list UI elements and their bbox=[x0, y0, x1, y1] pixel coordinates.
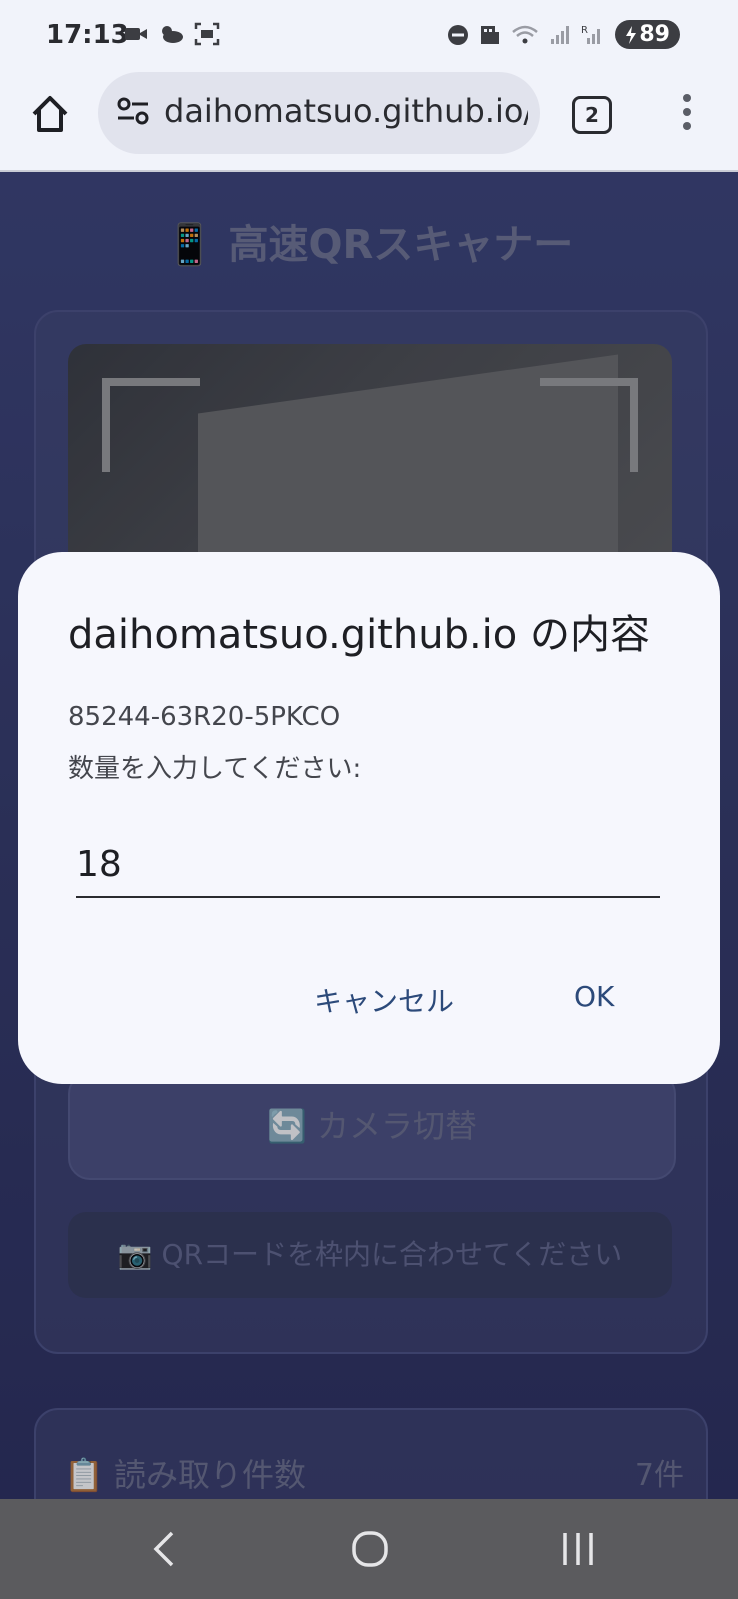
signal-icon bbox=[551, 25, 570, 44]
weather-icon bbox=[162, 26, 183, 43]
dialog-code: 85244-63R20-5PKCO bbox=[68, 702, 341, 732]
status-icons-left bbox=[124, 22, 220, 46]
more-menu-icon[interactable] bbox=[680, 94, 694, 134]
screenshot-icon bbox=[194, 22, 220, 46]
prompt-dialog: daihomatsuo.github.io の内容 85244-63R20-5P… bbox=[18, 552, 720, 1084]
cancel-button[interactable]: キャンセル bbox=[314, 980, 454, 1020]
site-settings-icon[interactable] bbox=[116, 96, 150, 126]
quantity-input[interactable] bbox=[76, 832, 660, 898]
back-icon[interactable] bbox=[150, 1529, 180, 1569]
tab-switcher-button[interactable]: 2 bbox=[572, 96, 612, 134]
video-icon bbox=[125, 28, 147, 40]
battery-level: 89 bbox=[639, 22, 670, 47]
recent-apps-icon[interactable] bbox=[560, 1531, 596, 1567]
dialog-message: 数量を入力してください: bbox=[68, 754, 362, 784]
wifi-icon bbox=[512, 25, 539, 43]
signal-r-icon: R bbox=[581, 25, 601, 44]
url-text[interactable]: daihomatsuo.github.io/q bbox=[164, 92, 528, 130]
ok-button[interactable]: OK bbox=[574, 980, 614, 1013]
dnd-icon bbox=[448, 24, 469, 45]
address-bar[interactable]: daihomatsuo.github.io/q bbox=[98, 72, 540, 154]
status-time: 17:13 bbox=[46, 20, 129, 50]
svg-text:R: R bbox=[581, 25, 588, 36]
browser-toolbar: daihomatsuo.github.io/q 2 bbox=[0, 72, 738, 172]
dialog-title: daihomatsuo.github.io の内容 bbox=[68, 612, 650, 658]
home-icon[interactable] bbox=[28, 92, 72, 136]
status-bar: 17:13 R 89 bbox=[0, 0, 738, 72]
home-nav-icon[interactable] bbox=[352, 1529, 388, 1569]
status-icons-right: R 89 bbox=[447, 20, 680, 49]
building-icon bbox=[481, 25, 500, 44]
charging-icon bbox=[626, 25, 637, 44]
system-nav-bar bbox=[0, 1499, 738, 1599]
battery-indicator: 89 bbox=[615, 20, 680, 49]
